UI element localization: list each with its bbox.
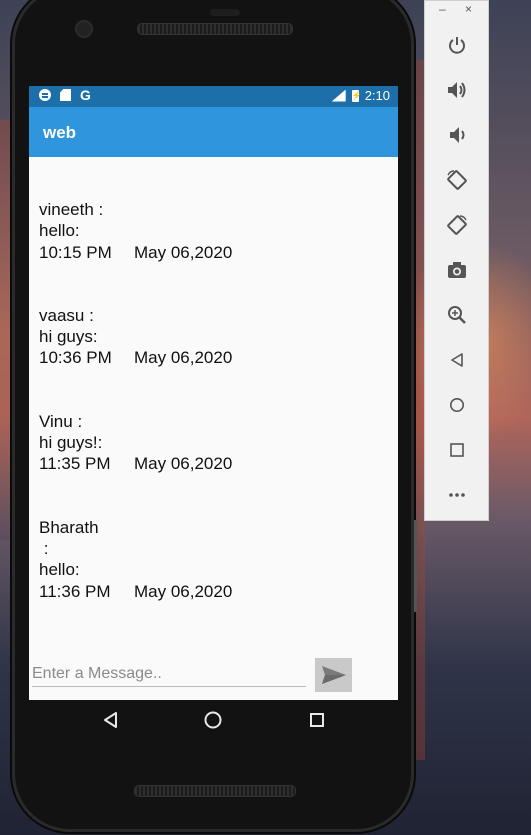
network-type-label: LTE [328, 87, 340, 94]
message-time: 11:35 PM [39, 454, 111, 474]
back-icon [104, 712, 117, 728]
front-camera [75, 20, 93, 38]
message-icon [39, 89, 51, 101]
message-sender: Vinu : [39, 411, 83, 431]
toolbar-home-button[interactable] [445, 393, 469, 417]
notification-icons: G [39, 87, 91, 103]
power-icon [449, 37, 465, 54]
message-text: hi guys: [39, 327, 98, 347]
volume-up-button[interactable] [445, 78, 469, 102]
zoom-button[interactable] [445, 303, 469, 327]
nav-back-button[interactable] [101, 710, 121, 730]
message-date: May 06,2020 [134, 348, 233, 368]
message-item: vineeth : hello: 10:15 PM May 06,2020 [39, 199, 369, 263]
rotate-right-icon [447, 215, 467, 235]
home-icon [450, 398, 464, 412]
message-text: hi guys!: [39, 433, 103, 453]
nav-overview-button[interactable] [307, 710, 327, 730]
message-item: Vinu : hi guys!: 11:35 PM May 06,2020 [39, 411, 369, 475]
status-bar: G LTE 2:10 [29, 86, 398, 107]
volume-down-icon [450, 127, 465, 143]
send-button[interactable] [315, 658, 352, 692]
back-icon [451, 353, 463, 367]
overview-icon [310, 713, 324, 727]
camera-icon [448, 262, 466, 278]
sd-card-icon [60, 89, 71, 101]
close-button[interactable]: × [465, 2, 472, 16]
message-timestamp: 11:35 PM May 06,2020 [39, 453, 369, 474]
system-status: LTE 2:10 [328, 87, 390, 103]
power-button[interactable] [445, 33, 469, 57]
bottom-speaker-grille [134, 785, 296, 797]
rotate-left-button[interactable] [445, 168, 469, 192]
message-time: 11:36 PM [39, 581, 111, 601]
signal-icon: LTE [328, 87, 346, 102]
battery-icon [351, 89, 362, 102]
app-bar: web [29, 107, 398, 157]
minimize-button[interactable]: – [439, 2, 446, 16]
message-item: vaasu : hi guys: 10:36 PM May 06,2020 [39, 305, 369, 369]
send-icon [321, 666, 346, 684]
top-speaker-grille [137, 23, 293, 35]
message-composer [32, 658, 398, 696]
navigation-bar [29, 700, 398, 740]
more-button[interactable] [445, 483, 469, 507]
message-input[interactable] [32, 662, 306, 687]
message-timestamp: 10:15 PM May 06,2020 [39, 242, 369, 263]
message-time: 10:36 PM [39, 348, 112, 368]
message-timestamp: 11:36 PM May 06,2020 [39, 581, 369, 602]
message-item: Bharath : hello: 11:36 PM May 06,2020 [39, 517, 369, 602]
message-sender: vaasu : [39, 305, 94, 325]
volume-up-icon [448, 82, 466, 98]
message-date: May 06,2020 [134, 242, 233, 262]
toolbar-window-controls: – × [425, 1, 490, 19]
toolbar-overview-button[interactable] [445, 438, 469, 462]
status-time: 2:10 [364, 88, 390, 103]
rotate-right-button[interactable] [445, 213, 469, 237]
toolbar-back-button[interactable] [445, 348, 469, 372]
home-icon [204, 711, 222, 729]
message-text: hello: [39, 560, 80, 580]
emulator-toolbar: – × [424, 0, 489, 521]
earpiece [210, 9, 240, 16]
zoom-icon [448, 306, 466, 324]
nav-home-button[interactable] [203, 710, 223, 730]
message-date: May 06,2020 [134, 454, 233, 474]
screenshot-button[interactable] [445, 258, 469, 282]
message-text: hello: [39, 221, 80, 241]
volume-down-button[interactable] [445, 123, 469, 147]
message-date: May 06,2020 [134, 581, 233, 601]
message-sender: Bharath [39, 517, 99, 537]
overview-icon [450, 443, 464, 457]
message-timestamp: 10:36 PM May 06,2020 [39, 347, 369, 368]
message-sender-suffix: : [39, 538, 49, 558]
app-title: web [43, 123, 77, 142]
rotate-left-icon [447, 170, 467, 190]
side-button[interactable] [414, 520, 417, 612]
google-icon: G [80, 87, 91, 103]
message-list[interactable]: vineeth : hello: 10:15 PM May 06,2020 vaa… [39, 199, 369, 644]
more-icon [449, 493, 465, 497]
message-sender: vineeth : [39, 200, 104, 219]
device-screen: G LTE 2:10 web vineeth : hello: 10:15 PM… [29, 86, 398, 700]
message-time: 10:15 PM [39, 242, 112, 262]
